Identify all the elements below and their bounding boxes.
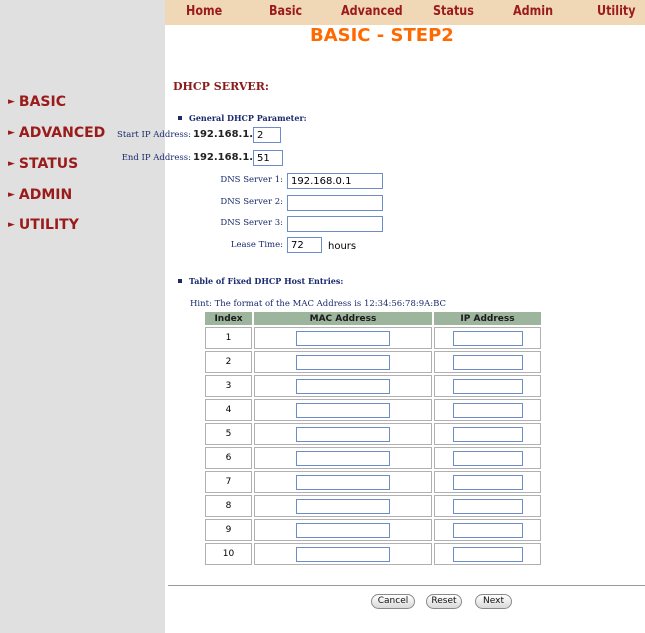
column-header-ip: IP Address [434, 312, 541, 325]
lease-time-label: Lease Time: [230, 240, 283, 250]
nav-basic[interactable]: Basic [269, 4, 302, 19]
row-index: 9 [205, 519, 252, 541]
table-row: 10 [205, 543, 541, 565]
table-row: 2 [205, 351, 541, 373]
table-row: 4 [205, 399, 541, 421]
bullet-icon [178, 116, 182, 120]
lease-time-unit: hours [328, 241, 357, 252]
sidebar-item-label: ADVANCED [18, 125, 106, 141]
dns2-label: DNS Server 2: [220, 197, 283, 207]
end-ip-label: End IP Address: [121, 153, 191, 163]
table-header-row: Index MAC Address IP Address [205, 312, 541, 325]
general-parameter-heading: General DHCP Parameter: [178, 113, 307, 123]
sidebar-item-utility[interactable]: ► UTILITY [8, 217, 79, 233]
chevron-right-icon: ► [8, 159, 15, 169]
table-row: 8 [205, 495, 541, 517]
mac-address-input[interactable] [296, 450, 390, 466]
mac-address-input[interactable] [296, 546, 390, 562]
end-ip-input[interactable] [253, 150, 283, 166]
reset-button[interactable]: Reset [426, 594, 462, 609]
row-index: 10 [205, 543, 252, 565]
ip-address-input[interactable] [452, 402, 523, 418]
table-row: 3 [205, 375, 541, 397]
lease-time-input[interactable] [287, 237, 322, 253]
row-index: 3 [205, 375, 252, 397]
dns3-label: DNS Server 3: [220, 218, 283, 228]
sidebar-item-label: ADMIN [18, 187, 73, 203]
nav-home[interactable]: Home [186, 4, 222, 19]
start-ip-input[interactable] [253, 127, 281, 143]
table-row: 9 [205, 519, 541, 541]
dns1-input[interactable] [287, 173, 383, 189]
column-header-index: Index [205, 312, 252, 325]
mac-address-input[interactable] [296, 522, 390, 538]
divider [168, 585, 645, 586]
ip-address-input[interactable] [452, 474, 523, 490]
ip-address-input[interactable] [452, 546, 523, 562]
sidebar: ► BASIC ► ADVANCED ► STATUS ► ADMIN ► UTILITY [0, 0, 165, 633]
ip-address-input[interactable] [452, 330, 523, 346]
row-index: 2 [205, 351, 252, 373]
row-index: 4 [205, 399, 252, 421]
row-index: 6 [205, 447, 252, 469]
table-row: 7 [205, 471, 541, 493]
cancel-button[interactable]: Cancel [371, 594, 415, 609]
dns3-input[interactable] [287, 216, 383, 232]
fixed-hosts-heading: Table of Fixed DHCP Host Entries: [178, 276, 343, 286]
sidebar-item-advanced[interactable]: ► ADVANCED [8, 125, 105, 141]
fixed-hosts-table: Index MAC Address IP Address 1 2 3 4 5 6… [203, 310, 543, 567]
row-index: 7 [205, 471, 252, 493]
table-row: 6 [205, 447, 541, 469]
sidebar-item-basic[interactable]: ► BASIC [8, 94, 66, 110]
nav-status[interactable]: Status [433, 4, 474, 19]
chevron-right-icon: ► [8, 128, 15, 138]
ip-address-input[interactable] [452, 354, 523, 370]
table-row: 5 [205, 423, 541, 445]
chevron-right-icon: ► [8, 220, 15, 230]
row-index: 5 [205, 423, 252, 445]
next-button[interactable]: Next [475, 594, 512, 609]
dns2-input[interactable] [287, 195, 383, 211]
start-ip-label: Start IP Address: [117, 130, 191, 140]
mac-address-input[interactable] [296, 426, 390, 442]
mac-format-hint: Hint: The format of the MAC Address is 1… [190, 299, 447, 309]
dns1-label: DNS Server 1: [220, 175, 283, 185]
sidebar-item-admin[interactable]: ► ADMIN [8, 187, 72, 203]
chevron-right-icon: ► [8, 190, 15, 200]
bullet-icon [178, 279, 182, 283]
page-title: BASIC - STEP2 [310, 25, 454, 46]
mac-address-input[interactable] [296, 474, 390, 490]
sidebar-item-label: STATUS [18, 156, 79, 172]
nav-admin[interactable]: Admin [513, 4, 553, 19]
row-index: 1 [205, 327, 252, 349]
top-nav: Home Basic Advanced Status Admin Utility [165, 0, 645, 25]
sidebar-item-status[interactable]: ► STATUS [8, 156, 78, 172]
section-title: DHCP SERVER: [173, 80, 269, 93]
mac-address-input[interactable] [296, 378, 390, 394]
column-header-mac: MAC Address [254, 312, 432, 325]
ip-address-input[interactable] [452, 426, 523, 442]
nav-advanced[interactable]: Advanced [341, 4, 403, 19]
sidebar-item-label: BASIC [18, 94, 66, 110]
ip-address-input[interactable] [452, 498, 523, 514]
mac-address-input[interactable] [296, 354, 390, 370]
row-index: 8 [205, 495, 252, 517]
mac-address-input[interactable] [296, 402, 390, 418]
table-row: 1 [205, 327, 541, 349]
mac-address-input[interactable] [296, 330, 390, 346]
end-ip-prefix: 192.168.1. [193, 152, 254, 163]
nav-utility[interactable]: Utility [597, 4, 636, 19]
ip-address-input[interactable] [452, 378, 523, 394]
start-ip-prefix: 192.168.1. [193, 129, 254, 140]
chevron-right-icon: ► [8, 97, 15, 107]
ip-address-input[interactable] [452, 450, 523, 466]
mac-address-input[interactable] [296, 498, 390, 514]
sidebar-item-label: UTILITY [18, 217, 79, 233]
ip-address-input[interactable] [452, 522, 523, 538]
